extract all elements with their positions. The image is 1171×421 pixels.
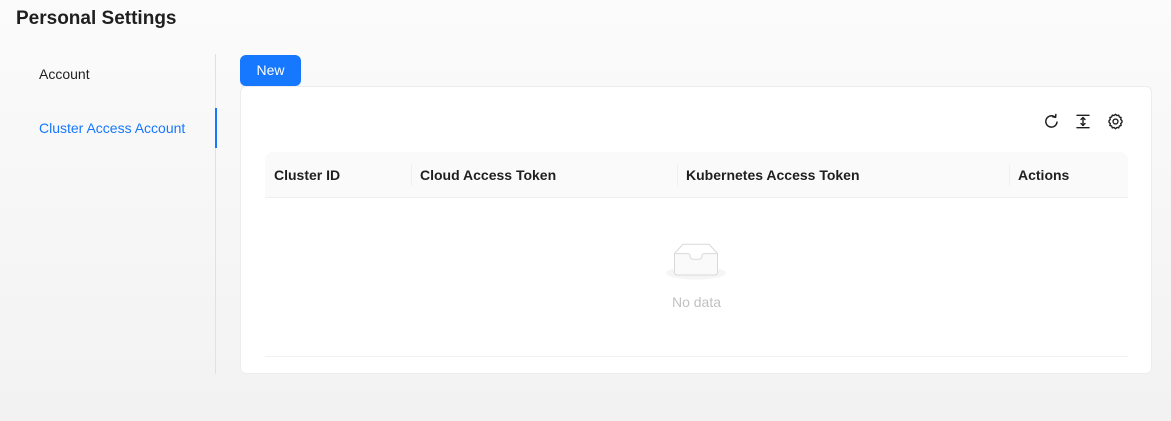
table-body: No data	[265, 198, 1128, 357]
empty-state-text: No data	[671, 294, 722, 310]
column-header-cluster-id: Cluster ID	[274, 167, 341, 183]
cluster-access-table: Cluster ID Cloud Access Token Kubernetes…	[265, 152, 1128, 357]
column-header-actions: Actions	[1018, 167, 1070, 183]
column-height-icon[interactable]	[1073, 111, 1093, 131]
menu-item-cluster-access-account[interactable]: Cluster Access Account	[0, 108, 217, 148]
new-button[interactable]: New	[240, 55, 301, 86]
menu-item-account[interactable]: Account	[0, 54, 216, 94]
settings-menu: Account Cluster Access Account	[0, 54, 217, 374]
column-header-cloud-access-token: Cloud Access Token	[420, 167, 557, 183]
reload-icon[interactable]	[1041, 111, 1061, 131]
empty-inbox-icon	[664, 240, 728, 281]
table-header: Cluster ID Cloud Access Token Kubernetes…	[265, 152, 1128, 198]
page-title: Personal Settings	[16, 8, 177, 29]
settings-icon[interactable]	[1105, 111, 1125, 131]
column-header-kubernetes-access-token: Kubernetes Access Token	[686, 167, 860, 183]
cluster-access-card: Cluster ID Cloud Access Token Kubernetes…	[240, 86, 1152, 374]
